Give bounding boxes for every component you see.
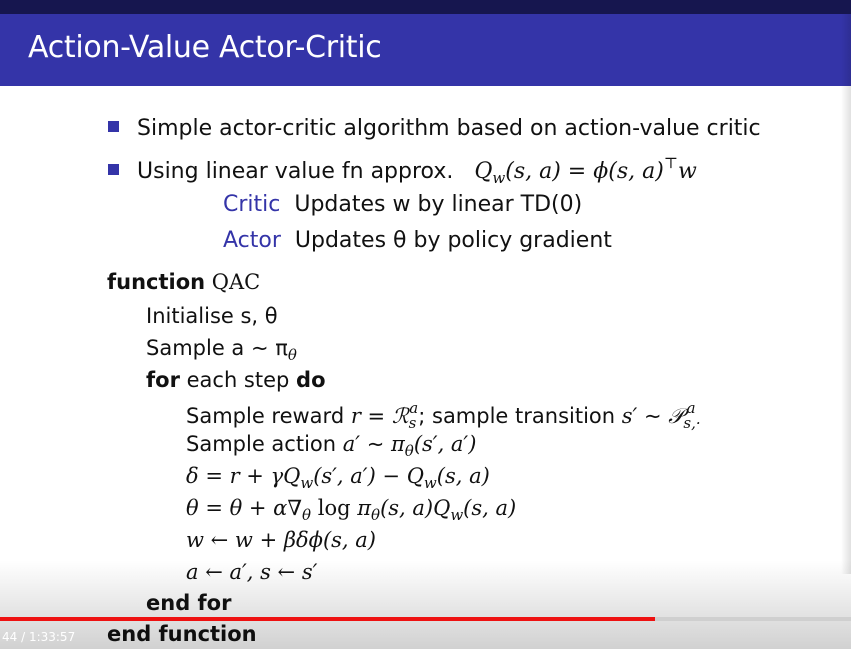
bullet-1: Simple actor-critic algorithm based on a… [108,116,761,141]
algo-end-for: end for [146,591,232,615]
algo-init: Initialise s, θ [146,304,278,328]
for-keyword: for [146,368,180,392]
algo-line-a: a ← a′, s ← s′ [186,560,318,584]
bullet-square-icon [108,121,119,132]
slide-title-bar: Action-Value Actor-Critic [0,14,851,86]
right-edge-shade [841,14,851,574]
window-top-strip [0,0,851,14]
do-keyword: do [296,368,326,392]
algo-header: function QAC [107,270,260,294]
critic-line: Critic Updates w by linear TD(0) [223,192,582,217]
actor-text: Updates θ by policy gradient [294,228,612,253]
progress-bar-played [0,617,656,621]
algo-sample-action: Sample a ∼ πθ [146,336,297,364]
bullet-2-text: Using linear value fn approx. [137,159,454,184]
actor-line: Actor Updates θ by policy gradient [223,228,612,253]
algo-line-w: w ← w + βδϕ(s, a) [186,528,376,552]
bullet-1-text: Simple actor-critic algorithm based on a… [137,116,761,141]
algo-line-reward: Sample reward r = ℛsa; sample transition… [186,399,701,432]
function-name: QAC [211,270,261,294]
sample-action-text: Sample a ∼ π [146,336,288,360]
time-display: 44 / 1:33:57 [2,630,76,644]
algo-line-theta: θ = θ + α∇θ log πθ(s, a)Qw(s, a) [186,496,517,524]
actor-label: Actor [223,228,281,253]
algo-for-loop: for each step do [146,368,326,392]
algo-line-action: Sample action a′ ∼ πθ(s′, a′) [186,432,477,460]
bullet-2: Using linear value fn approx. Qw(s, a) =… [108,154,697,187]
progress-bar[interactable] [0,617,851,621]
for-text: each step [186,368,290,392]
bullet-square-icon [108,164,119,175]
critic-label: Critic [223,192,281,217]
slide-title: Action-Value Actor-Critic [28,30,382,65]
algo-end-function: end function [107,622,257,646]
function-keyword: function [107,270,206,294]
algo-line-delta: δ = r + γQw(s′, a′) − Qw(s, a) [186,464,490,492]
q-function-formula: Qw(s, a) = ϕ(s, a)⊤w [474,154,697,187]
critic-text: Updates w by linear TD(0) [294,192,583,217]
